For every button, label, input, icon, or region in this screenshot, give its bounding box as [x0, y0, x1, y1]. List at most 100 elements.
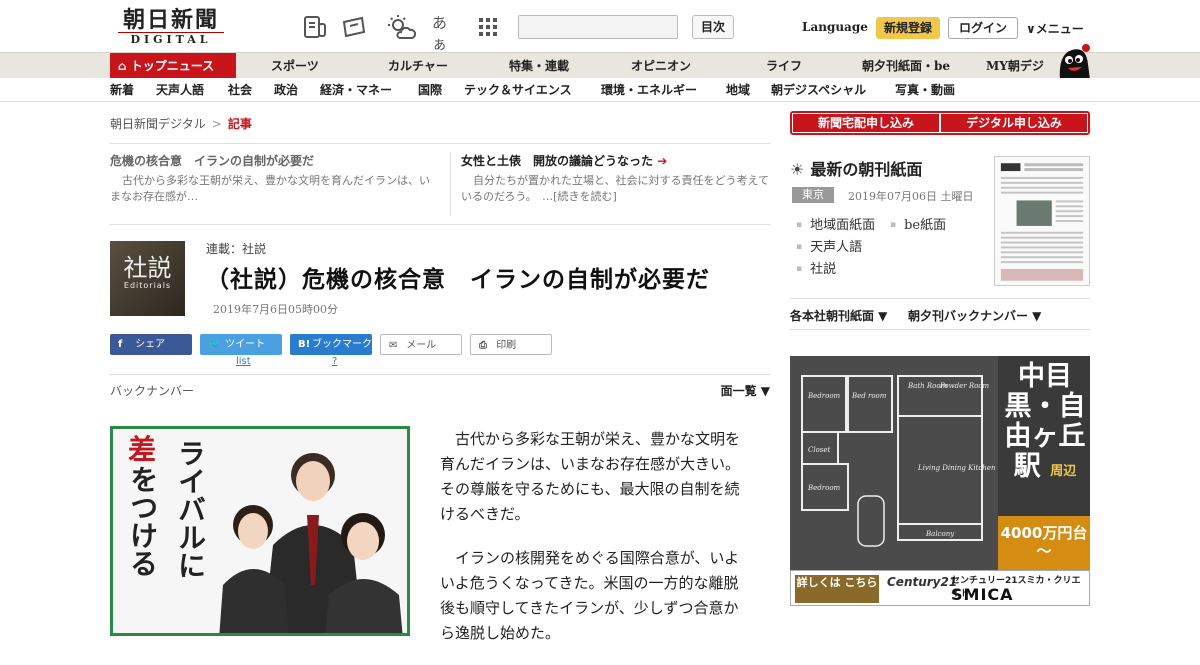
- region-badge: 東京: [792, 187, 834, 203]
- twitter-share-button[interactable]: 🐦 ツイート: [200, 334, 282, 355]
- hatena-count-link[interactable]: ?: [332, 356, 337, 367]
- newspaper-front-page-image[interactable]: [994, 156, 1090, 286]
- nav-item-life[interactable]: ライフ: [766, 53, 802, 79]
- plan-label-ldk: Living Dining Kitchen: [917, 464, 996, 472]
- nav2-item-tenseijingo[interactable]: 天声人語: [156, 78, 204, 102]
- breadcrumb-current: 記事: [227, 117, 252, 131]
- nav-item-sports[interactable]: スポーツ: [271, 53, 319, 79]
- breadcrumb-home[interactable]: 朝日新聞デジタル: [110, 117, 206, 131]
- nav-item-culture[interactable]: カルチャー: [388, 53, 448, 79]
- nav-item-features[interactable]: 特集・連載: [509, 53, 569, 79]
- paper-backnumber-dropdown[interactable]: 朝夕刊バックナンバー ▼: [908, 299, 1041, 333]
- toc-button[interactable]: 目次: [692, 15, 734, 39]
- newspaper-icon[interactable]: [302, 14, 328, 40]
- related-articles: 危機の核合意 イランの自制が必要だ 古代から多彩な王朝が栄え、豊かな文明を育んだ…: [110, 143, 770, 225]
- related-title-text: 女性と土俵 開放の議論どうなった: [461, 154, 654, 168]
- nav2-item-politics[interactable]: 政治: [274, 78, 298, 102]
- primary-nav: ⌂ トップニュース スポーツ カルチャー 特集・連載 オピニオン ライフ 朝夕刊…: [0, 52, 1200, 79]
- series-label[interactable]: 連載：社説: [206, 240, 266, 257]
- nav2-item-tech[interactable]: テック＆サイエンス: [464, 78, 572, 102]
- sun-icon: ☀: [790, 160, 805, 179]
- ad-headline-col2: ライバルに: [174, 439, 207, 579]
- menu-label: メニュー: [1035, 22, 1084, 36]
- print-button[interactable]: ⎙ 印刷: [470, 334, 552, 355]
- article-paragraph: 古代から多彩な王朝が栄え、豊かな文明を育んだイランは、いまなお存在感が大きい。そ…: [440, 430, 741, 523]
- advertisement-left[interactable]: 差をつける ライバルに: [110, 426, 410, 636]
- subscribe-buttons: 新聞宅配申し込み デジタル申し込み: [790, 111, 1090, 135]
- subscribe-print-button[interactable]: 新聞宅配申し込み: [793, 114, 939, 132]
- mascot-icon: [1059, 44, 1090, 80]
- facebook-share-button[interactable]: f シェア: [110, 334, 192, 355]
- article-body: 古代から多彩な王朝が栄え、豊かな文明を育んだイランは、いまなお存在感が大きい。そ…: [440, 427, 750, 665]
- site-logo[interactable]: 朝日新聞 DIGITAL: [112, 8, 230, 46]
- ad-headline-rest: をつける: [126, 465, 159, 577]
- paper-link-be[interactable]: be紙面: [890, 214, 946, 233]
- plan-label-powder: Powder Room: [939, 382, 990, 390]
- nav2-item-environment[interactable]: 環境・エネルギー: [601, 78, 697, 102]
- related-desc: 自分たちが置かれた立場と、社会に対する責任をどう考えているのだろう。 …[続きを…: [461, 174, 770, 203]
- mail-button[interactable]: ✉ メール: [380, 334, 462, 355]
- plan-label-balcony: Balcony: [925, 530, 955, 538]
- share-label: シェア: [135, 339, 166, 350]
- breadcrumb-separator: >: [211, 117, 222, 131]
- share-label: ツイート: [225, 339, 266, 350]
- backnumber-label[interactable]: バックナンバー: [110, 384, 194, 398]
- related-article[interactable]: 女性と土俵 開放の議論どうなった ➔ 自分たちが置かれた立場と、社会に対する責任…: [450, 152, 770, 216]
- menu-button[interactable]: ∨メニュー: [1026, 20, 1084, 37]
- related-title[interactable]: 危機の核合意 イランの自制が必要だ: [110, 152, 430, 169]
- hatena-bookmark-button[interactable]: B! ブックマーク: [290, 334, 372, 355]
- related-title[interactable]: 女性と土俵 開放の議論どうなった ➔: [461, 152, 770, 169]
- ad-people-image: [219, 453, 403, 633]
- backnumber-bar: バックナンバー 面一覧 ▼: [110, 374, 770, 408]
- weather-icon[interactable]: [386, 14, 416, 40]
- ad-headline-col1: 差をつける: [125, 435, 159, 583]
- plan-label-bedroom-3: Bedroom: [807, 484, 841, 492]
- nav-item-top-news[interactable]: ⌂ トップニュース: [110, 53, 236, 79]
- search-input[interactable]: [519, 16, 677, 38]
- login-button[interactable]: ログイン: [948, 17, 1018, 39]
- page-list-dropdown[interactable]: 面一覧 ▼: [721, 375, 770, 407]
- paper-date: 2019年07月06日 土曜日: [848, 190, 974, 203]
- facebook-icon: f: [118, 339, 123, 350]
- breadcrumb: 朝日新聞デジタル > 記事: [110, 115, 252, 132]
- thumbnail-en: Editorials: [123, 281, 172, 290]
- article-date: 2019年7月6日05時00分: [213, 303, 338, 316]
- floor-plan-image: Bedroom Bed room Bath Room Powder Room C…: [790, 356, 998, 570]
- promotion-icon[interactable]: [342, 14, 368, 40]
- latest-paper-heading[interactable]: ☀ 最新の朝刊紙面: [790, 156, 922, 180]
- nav2-item-photo[interactable]: 写真・動画: [895, 78, 955, 102]
- nav2-item-latest[interactable]: 新着: [110, 78, 134, 102]
- ad-more-button[interactable]: 詳しくは こちら: [795, 575, 879, 603]
- chevron-down-icon: ∨: [1026, 22, 1036, 36]
- home-icon: ⌂: [118, 59, 131, 73]
- ad-area-text: 中目黒・自由ヶ丘駅 周辺: [1004, 362, 1086, 487]
- signup-button[interactable]: 新規登録: [876, 17, 940, 39]
- hatena-icon: B!: [298, 339, 311, 350]
- ad-area-suffix: 周辺: [1050, 464, 1077, 479]
- language-link[interactable]: Language: [802, 20, 868, 34]
- regional-papers-dropdown[interactable]: 各本社朝刊紙面 ▼: [790, 299, 887, 333]
- plan-label-bedroom-2: Bed room: [851, 392, 887, 400]
- nav-item-my-asadigi[interactable]: MY朝デジ: [986, 53, 1044, 79]
- nav2-item-society[interactable]: 社会: [228, 78, 252, 102]
- twitter-list-link[interactable]: list: [236, 356, 251, 367]
- nav2-item-economy[interactable]: 経済・マネー: [320, 78, 392, 102]
- nav-item-paper[interactable]: 朝夕刊紙面・be: [862, 53, 950, 79]
- advertisement-right[interactable]: Bedroom Bed room Bath Room Powder Room C…: [790, 356, 1090, 606]
- nav2-item-special[interactable]: 朝デジスペシャル: [771, 78, 866, 102]
- related-article[interactable]: 危機の核合意 イランの自制が必要だ 古代から多彩な王朝が栄え、豊かな文明を育んだ…: [110, 152, 430, 205]
- paper-link-regional[interactable]: 地域面紙面: [796, 214, 875, 233]
- ad-price: 4000万円台～: [998, 516, 1090, 570]
- nav-item-opinion[interactable]: オピニオン: [631, 53, 691, 79]
- latest-paper-title: 最新の朝刊紙面: [810, 160, 923, 179]
- font-size-icon[interactable]: あぁ: [432, 12, 458, 53]
- nav2-item-international[interactable]: 国際: [418, 78, 442, 102]
- mail-icon: ✉: [389, 340, 398, 351]
- paper-link-editorial[interactable]: 社説: [796, 258, 836, 277]
- twitter-icon: 🐦: [208, 339, 221, 350]
- subscribe-digital-button[interactable]: デジタル申し込み: [941, 114, 1087, 132]
- grid-icon[interactable]: [478, 14, 498, 40]
- paper-link-tenseijingo[interactable]: 天声人語: [796, 236, 862, 255]
- nav2-item-region[interactable]: 地域: [726, 78, 750, 102]
- share-label: ブックマーク: [312, 339, 372, 350]
